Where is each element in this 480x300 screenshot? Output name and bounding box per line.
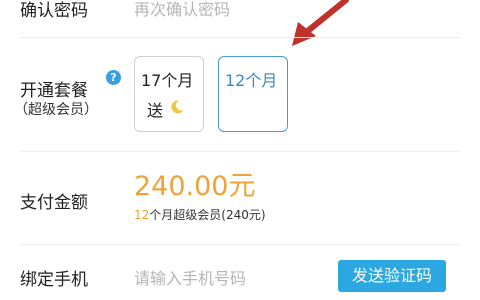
plan-option-12-months[interactable]: 12个月 [218,56,288,132]
bind-phone-label: 绑定手机 [20,270,88,290]
divider [20,244,460,245]
plan-months-highlight: 12 [134,208,150,222]
plan-sublabel: （超级会员） [14,102,98,118]
plan-option-title: 12个月 [225,71,278,90]
moon-icon [171,100,184,114]
plan-option-bonus: 送 [147,101,164,120]
payment-amount-value: 240.00元 [134,171,256,202]
confirm-password-label: 确认密码 [20,1,88,21]
phone-number-input[interactable]: 请输入手机号码 [134,265,246,289]
question-circle-icon[interactable]: ? [106,70,121,85]
payment-plan-detail: 12个月超级会员(240元) [134,206,266,223]
annotation-arrow-icon [292,0,349,46]
plan-detail-text: 个月超级会员(240元) [149,208,266,222]
send-verification-code-button[interactable]: 发送验证码 [338,260,446,292]
confirm-password-input[interactable]: 再次确认密码 [134,0,230,20]
payment-amount-label: 支付金额 [20,193,88,213]
divider [20,37,460,38]
plan-option-17-months[interactable]: 17个月 送 [134,56,204,132]
plan-label: 开通套餐 [20,81,88,101]
divider [20,151,460,152]
plan-option-title: 17个月 [141,71,194,90]
